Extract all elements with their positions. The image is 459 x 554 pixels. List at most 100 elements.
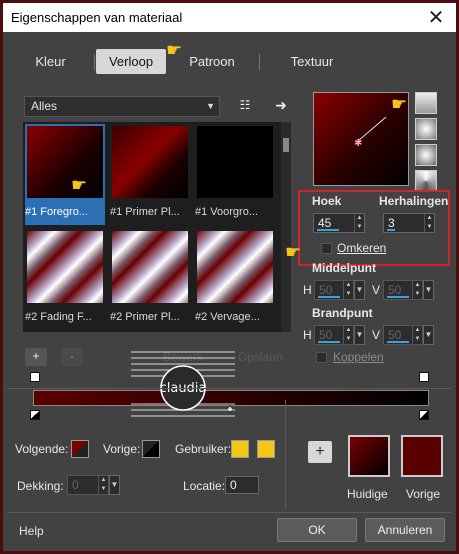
angle-stepper[interactable]: 45 ▲ ▼ [313, 213, 365, 233]
vertical-divider [285, 400, 286, 510]
divider [7, 388, 452, 389]
radial-style-button[interactable] [415, 170, 437, 192]
gradient-thumbnail [27, 231, 103, 303]
stepper-arrows-icon[interactable]: ▲ ▼ [412, 281, 422, 299]
scrollbar-thumb[interactable] [283, 138, 289, 152]
repeats-label: Herhalingen [379, 194, 449, 208]
angle-value: 45 [318, 216, 332, 230]
gallery-item[interactable]: #2 Fading F... [25, 229, 105, 330]
midpoint-label: Middelpunt [312, 261, 376, 275]
stepper-arrows-icon[interactable]: ▲ ▼ [354, 214, 364, 232]
stepper-arrows-icon[interactable]: ▲ ▼ [424, 214, 434, 232]
stepper-arrows-icon[interactable]: ▲ ▼ [343, 326, 353, 344]
link-label: Koppelen [333, 350, 384, 364]
rectangular-style-button[interactable] [415, 118, 437, 140]
gallery-item-label: #2 Fading F... [25, 311, 92, 323]
sunburst-style-button[interactable] [415, 144, 437, 166]
add-stop-button[interactable]: + [25, 348, 47, 366]
color-stop-start[interactable] [30, 410, 40, 420]
gallery-item[interactable]: #1 Foregro... [25, 124, 105, 225]
midpoint-h-stepper[interactable]: 50 ▲ ▼ ▼ [314, 280, 365, 300]
link-checkbox[interactable] [316, 352, 327, 363]
remove-stop-button[interactable]: - [61, 348, 83, 366]
opacity-stepper[interactable]: 0 ▲ ▼ ▼ [67, 475, 120, 495]
linear-style-button[interactable] [415, 92, 437, 114]
cancel-button[interactable]: Annuleren [365, 518, 445, 542]
tab-kleur[interactable]: Kleur [12, 49, 89, 74]
focal-h-stepper[interactable]: 50 ▲ ▼ ▼ [314, 325, 365, 345]
arrow-right-icon[interactable]: ➜ [272, 96, 290, 114]
user-color-swatch[interactable] [231, 440, 249, 458]
color-stop-end[interactable] [419, 410, 429, 420]
tab-divider [259, 54, 260, 70]
ok-button[interactable]: OK [277, 518, 357, 542]
focal-label: Brandpunt [312, 306, 373, 320]
gallery-item[interactable]: #2 Vervage... [195, 229, 275, 330]
chevron-down-icon[interactable]: ▼ [109, 475, 120, 495]
tab-textuur[interactable]: Textuur [274, 49, 350, 74]
pointing-hand-icon: ☛ [71, 175, 88, 196]
chevron-down-icon: ▼ [206, 101, 215, 111]
midpoint-v-label: V [372, 283, 381, 297]
gradient-thumbnail [197, 126, 273, 198]
location-input[interactable]: 0 [225, 476, 259, 494]
focal-h-label: H [303, 328, 312, 342]
pointing-hand-icon: ☛ [285, 242, 302, 263]
gradient-thumbnail [112, 126, 188, 198]
invert-label: Omkeren [337, 241, 387, 255]
repeats-slider-bar [387, 229, 395, 231]
gradient-gallery: #1 Foregro... #1 Primer Pl... #1 Voorgro… [23, 122, 286, 332]
slider-bar [318, 296, 340, 298]
gallery-item-label: #2 Primer Pl... [110, 311, 180, 323]
gallery-item[interactable]: #2 Primer Pl... [110, 229, 190, 330]
help-link[interactable]: Help [19, 524, 44, 538]
tab-verloop[interactable]: Verloop [96, 49, 166, 74]
previous-label: Vorige [406, 487, 441, 501]
current-swatch[interactable] [348, 435, 390, 477]
gallery-item-label: #1 Primer Pl... [110, 206, 180, 218]
svg-text:✱: ✱ [354, 138, 362, 149]
gallery-item[interactable]: #1 Voorgro... [195, 124, 275, 225]
chevron-down-icon[interactable]: ▼ [354, 280, 365, 300]
focal-v-stepper[interactable]: 50 ▲ ▼ ▼ [383, 325, 434, 345]
add-swatch-button[interactable]: + [308, 441, 332, 463]
gradient-thumbnail [197, 231, 273, 303]
tab-bar: Kleur Verloop Patroon Textuur [12, 49, 437, 75]
gallery-scrollbar[interactable] [281, 122, 291, 332]
midpoint-h-value: 50 [319, 283, 333, 297]
close-icon[interactable]: ✕ [422, 5, 450, 29]
invert-checkbox[interactable] [321, 243, 332, 254]
next-label: Volgende: [15, 442, 69, 456]
pointing-hand-icon: ☛ [391, 94, 408, 115]
previous-swatch[interactable] [401, 435, 443, 477]
prev-label: Vorige: [103, 442, 141, 456]
focal-v-label: V [372, 328, 381, 342]
focal-v-value: 50 [388, 328, 402, 342]
gradient-thumbnail [112, 231, 188, 303]
user-label: Gebruiker: [175, 442, 232, 456]
stepper-arrows-icon[interactable]: ▲ ▼ [98, 476, 108, 494]
repeats-stepper[interactable]: 3 ▲ ▼ [383, 213, 435, 233]
gallery-item[interactable]: #1 Primer Pl... [110, 124, 190, 225]
midpoint-h-label: H [303, 283, 312, 297]
opacity-stop-end[interactable] [419, 372, 429, 382]
title-bar: Eigenschappen van materiaal ✕ [3, 3, 456, 32]
gallery-item-label: #1 Voorgro... [195, 206, 258, 218]
stepper-arrows-icon[interactable]: ▲ ▼ [343, 281, 353, 299]
category-dropdown-value: Alles [31, 99, 58, 113]
window-title: Eigenschappen van materiaal [11, 10, 183, 25]
midpoint-v-stepper[interactable]: 50 ▲ ▼ ▼ [383, 280, 434, 300]
chevron-down-icon[interactable]: ▼ [423, 325, 434, 345]
prev-color-swatch[interactable] [142, 440, 160, 458]
opacity-value: 0 [72, 478, 79, 492]
next-color-swatch[interactable] [71, 440, 89, 458]
chevron-down-icon[interactable]: ▼ [354, 325, 365, 345]
opacity-stop-start[interactable] [30, 372, 40, 382]
chevron-down-icon[interactable]: ▼ [423, 280, 434, 300]
slider-bar [387, 341, 409, 343]
list-view-icon[interactable]: ☷ [236, 96, 254, 114]
tab-patroon[interactable]: Patroon [177, 49, 247, 74]
stepper-arrows-icon[interactable]: ▲ ▼ [412, 326, 422, 344]
category-dropdown[interactable]: Alles ▼ [24, 96, 220, 117]
user-color-swatch-2[interactable] [257, 440, 275, 458]
